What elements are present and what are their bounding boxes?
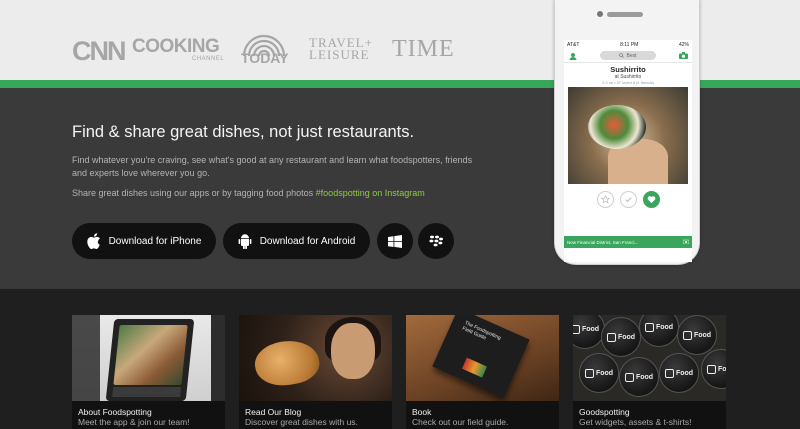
phone-speaker [607,12,643,17]
book-cover-title: The Foodspotting Field Guide [461,320,502,342]
phone-camera [597,11,603,17]
dish-photo [568,87,688,184]
blackberry-logo-icon [429,235,443,247]
phone-status-bar: AT&T 8:11 PM 42% [564,40,692,49]
food-badge: Food [573,315,605,349]
carrier: AT&T [567,41,580,48]
badge-text: Food [617,333,636,341]
food-badge: Food [601,317,641,357]
tile-caption: Book Check out our field guide. [406,401,559,429]
blog-photo-image [239,315,392,401]
tile-caption: Goodspotting Get widgets, assets & t-shi… [573,401,726,429]
cnn-logo: CNN [72,36,126,66]
tile-caption: Read Our Blog Discover great dishes with… [239,401,392,429]
love-heart-icon [642,190,660,208]
tile-caption: About Foodspotting Meet the app & join o… [72,401,225,429]
search-icon [619,53,625,58]
clock: 8:11 PM [620,41,639,48]
tile-subtitle: Get widgets, assets & t-shirts! [579,417,692,427]
phone-nav-bar: Best [564,49,692,63]
badge-text: Food [675,369,694,377]
food-badge: Food [579,353,619,393]
hero-share-text: Share great dishes using our apps or by … [72,188,425,198]
hero-title: Find & share great dishes, not just rest… [72,123,415,141]
image-panel-right [211,315,225,401]
want-star-icon [596,190,614,208]
cooking-channel-logo-sub: CHANNEL [192,56,225,62]
instagram-hashtag-link[interactable]: #foodspotting on Instagram [316,188,425,198]
tile-title: Read Our Blog [245,407,302,417]
dish-name: Sushirrito [610,65,646,74]
badge-text: Food [717,365,726,373]
tile-subtitle: Meet the app & join our team! [78,417,190,427]
food-badge: Food [701,349,726,389]
cooking-channel-logo: COOKING [132,36,220,57]
face-shape [331,323,375,379]
badge-text: Food [635,373,654,381]
field-guide-image: The Foodspotting Field Guide [406,315,559,401]
dish-actions [564,184,692,214]
phone-screen: AT&T 8:11 PM 42% Best Sushirrito at Sush… [564,40,692,262]
app-screenshot-image [72,315,225,401]
tile-title: About Foodspotting [78,407,152,417]
tile-goodspotting[interactable]: Food Food Food Food Food Food Food Food … [573,315,726,429]
food-badge: Food [619,357,659,397]
dish-meta: 0.3 mi • 37 loved it (4 friends) [602,80,654,85]
food-badge: Food [659,353,699,393]
food-badge: Food [677,315,717,355]
camera-icon [678,51,688,61]
time-logo: TIME [392,36,455,62]
book-cover-art [462,357,487,378]
download-iphone-button[interactable]: Download for iPhone [72,223,216,259]
download-blackberry-button[interactable] [418,223,454,259]
badge-text: Food [595,369,614,377]
battery: 42% [678,41,689,48]
tile-title: Book [412,407,432,417]
image-panel-left [72,315,100,401]
windows-logo-icon [388,234,402,248]
download-windows-button[interactable] [377,223,413,259]
app-phone-shape [105,319,195,401]
location-camera-icon [682,239,690,245]
tile-book[interactable]: The Foodspotting Field Guide Book Check … [406,315,559,429]
tile-subtitle: Discover great dishes with us. [245,417,358,427]
badge-text: Food [581,325,600,333]
spotter-icon [568,51,578,61]
hero-description: Find whatever you're craving, see what's… [72,155,473,178]
phone-location-bar: New Financial District, San Franci... [564,236,692,248]
phone-search-field: Best [600,51,656,60]
sushirrito-shape [588,105,646,149]
iphone-mockup: AT&T 8:11 PM 42% Best Sushirrito at Sush… [554,0,700,265]
badges-photo-image: Food Food Food Food Food Food Food Food [573,315,726,401]
book-shape: The Foodspotting Field Guide [432,315,530,399]
tile-read-our-blog[interactable]: Read Our Blog Discover great dishes with… [239,315,392,429]
pastry-shape [251,335,323,391]
badge-text: Food [693,331,712,339]
download-iphone-label: Download for iPhone [108,235,202,247]
tile-about-foodspotting[interactable]: About Foodspotting Meet the app & join o… [72,315,225,429]
tile-title: Goodspotting [579,407,630,417]
android-icon [238,234,252,249]
location-text: New Financial District, San Franci... [567,239,639,245]
phone-search-text: Best [626,52,637,59]
travel-leisure-logo-line2: LEISURE [309,47,370,62]
badge-text: Food [655,323,674,331]
tile-subtitle: Check out our field guide. [412,417,509,427]
food-badge: Food [639,315,679,347]
download-android-label: Download for Android [259,235,356,247]
share-prefix: Share great dishes using our apps or by … [72,188,316,198]
tried-check-icon [619,190,637,208]
apple-icon [86,233,100,249]
download-android-button[interactable]: Download for Android [223,223,370,259]
today-logo: TODAY [241,50,289,66]
